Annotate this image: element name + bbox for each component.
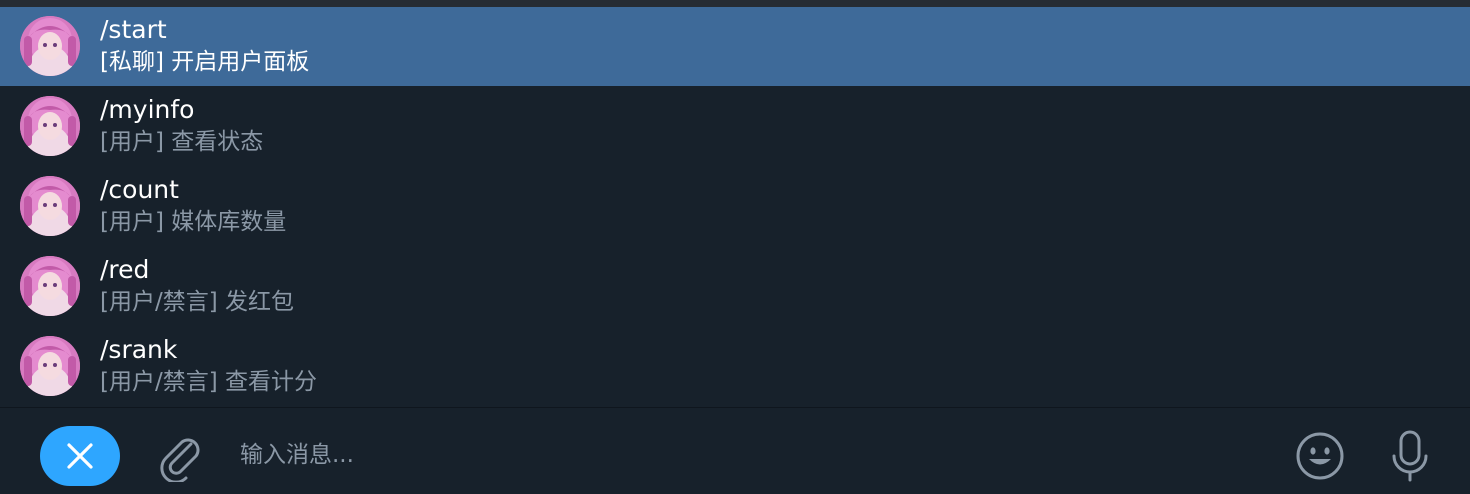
microphone-icon	[1392, 430, 1428, 482]
command-description: [用户/禁言] 查看计分	[100, 369, 318, 395]
top-edge-divider	[0, 0, 1470, 7]
voice-message-button[interactable]	[1384, 428, 1436, 484]
command-item-count[interactable]: /count [用户] 媒体库数量	[0, 167, 1470, 246]
attach-button[interactable]	[155, 430, 207, 484]
bot-command-suggestions: /start [私聊] 开启用户面板 /myinfo [用户] 查看状态 /co…	[0, 7, 1470, 407]
command-item-red[interactable]: /red [用户/禁言] 发红包	[0, 247, 1470, 326]
close-icon	[67, 443, 93, 469]
command-name: /red	[100, 255, 150, 284]
close-commands-button[interactable]	[40, 426, 120, 486]
paperclip-icon	[160, 438, 200, 484]
message-composer	[0, 408, 1470, 494]
command-description: [用户] 媒体库数量	[100, 209, 287, 235]
command-item-start[interactable]: /start [私聊] 开启用户面板	[0, 7, 1470, 86]
command-item-myinfo[interactable]: /myinfo [用户] 查看状态	[0, 87, 1470, 166]
command-name: /count	[100, 175, 179, 204]
message-input[interactable]	[240, 435, 1240, 475]
command-name: /srank	[100, 335, 178, 364]
bot-avatar	[20, 256, 80, 316]
chat-composer-window: /start [私聊] 开启用户面板 /myinfo [用户] 查看状态 /co…	[0, 0, 1470, 494]
command-item-srank[interactable]: /srank [用户/禁言] 查看计分	[0, 327, 1470, 406]
command-name: /start	[100, 15, 167, 44]
command-name: /myinfo	[100, 95, 195, 124]
emoji-button[interactable]	[1294, 430, 1346, 482]
bot-avatar	[20, 336, 80, 396]
command-description: [私聊] 开启用户面板	[100, 49, 310, 75]
command-description: [用户/禁言] 发红包	[100, 289, 295, 315]
bot-avatar	[20, 16, 80, 76]
bot-avatar	[20, 176, 80, 236]
emoji-smile-icon	[1296, 432, 1344, 480]
bot-avatar	[20, 96, 80, 156]
command-description: [用户] 查看状态	[100, 129, 264, 155]
